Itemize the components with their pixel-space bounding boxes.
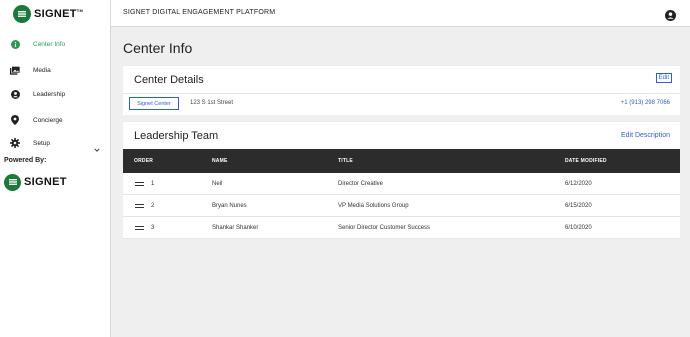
signet-logo[interactable]: SIGNETTM bbox=[13, 4, 83, 23]
media-icon bbox=[10, 65, 20, 75]
table-row[interactable]: 2 Bryan Nunes VP Media Solutions Group 6… bbox=[123, 195, 680, 217]
row-title: Senior Director Customer Success bbox=[338, 225, 431, 231]
center-details-title: Center Details bbox=[134, 74, 204, 86]
row-name: Shankar Shanker bbox=[212, 225, 259, 231]
row-order: 2 bbox=[151, 203, 155, 209]
page-title: Center Info bbox=[123, 40, 193, 56]
sidebar-item-media[interactable]: Media bbox=[0, 63, 111, 77]
row-name: Neil bbox=[212, 181, 223, 187]
info-icon bbox=[10, 39, 20, 49]
divider bbox=[123, 93, 680, 94]
sidebar-item-label: Concierge bbox=[33, 116, 63, 124]
column-header-name[interactable]: NAME bbox=[212, 158, 228, 164]
app-title: SIGNET DIGITAL ENGAGEMENT PLATFORM bbox=[123, 9, 276, 16]
person-icon bbox=[10, 89, 20, 99]
signet-footer-logo: SIGNET bbox=[4, 173, 67, 191]
drag-handle-icon[interactable] bbox=[135, 226, 144, 231]
sidebar-item-label: Leadership bbox=[33, 90, 66, 98]
column-header-order[interactable]: ORDER bbox=[134, 158, 153, 164]
edit-description-link[interactable]: Edit Description bbox=[621, 132, 670, 139]
row-date: 6/12/2020 bbox=[565, 181, 592, 187]
gear-icon bbox=[10, 138, 20, 148]
top-bar: SIGNET DIGITAL ENGAGEMENT PLATFORM bbox=[111, 0, 690, 27]
row-order: 3 bbox=[151, 225, 155, 231]
sidebar-item-leadership[interactable]: Leadership bbox=[0, 87, 111, 101]
sidebar-item-label: Center Info bbox=[33, 40, 66, 48]
row-title: VP Media Solutions Group bbox=[338, 203, 409, 209]
row-date: 6/15/2020 bbox=[565, 203, 592, 209]
row-name: Bryan Nunes bbox=[212, 203, 247, 209]
signet-logo-mark bbox=[4, 173, 21, 191]
powered-by-label: Powered By: bbox=[4, 157, 47, 164]
chevron-down-icon[interactable] bbox=[94, 140, 100, 152]
sidebar: SIGNETTM Center Info Media Leadership Co… bbox=[0, 0, 111, 337]
location-pin-icon bbox=[10, 115, 20, 125]
leadership-team-title: Leadership Team bbox=[134, 130, 219, 142]
logo-text: SIGNET bbox=[24, 176, 67, 188]
table-header: ORDER NAME TITLE DATE MODIFIED bbox=[123, 149, 680, 173]
center-address: 123 S 1st Street bbox=[190, 100, 234, 106]
drag-handle-icon[interactable] bbox=[135, 204, 144, 209]
sidebar-item-label: Media bbox=[33, 66, 51, 74]
sidebar-item-concierge[interactable]: Concierge bbox=[0, 113, 111, 127]
center-phone-link[interactable]: +1 (913) 298 7066 bbox=[621, 100, 670, 106]
row-title: Director Creative bbox=[338, 181, 384, 187]
column-header-title[interactable]: TITLE bbox=[338, 158, 353, 164]
row-order: 1 bbox=[151, 181, 155, 187]
leadership-team-card: Leadership Team Edit Description ORDER N… bbox=[123, 122, 680, 239]
signet-logo-mark bbox=[13, 4, 31, 23]
edit-button[interactable]: Edit bbox=[655, 73, 672, 83]
sidebar-item-setup[interactable]: Setup bbox=[0, 136, 111, 152]
table-row[interactable]: 3 Shankar Shanker Senior Director Custom… bbox=[123, 217, 680, 239]
column-header-date-modified[interactable]: DATE MODIFIED bbox=[565, 158, 607, 164]
drag-handle-icon[interactable] bbox=[135, 182, 144, 187]
logo-text: SIGNETTM bbox=[34, 7, 84, 20]
row-date: 6/10/2020 bbox=[565, 225, 592, 231]
account-icon[interactable] bbox=[665, 8, 676, 21]
table-row[interactable]: 1 Neil Director Creative 6/12/2020 bbox=[123, 173, 680, 195]
center-name-button[interactable]: Signet Center bbox=[129, 97, 179, 110]
sidebar-item-label: Setup bbox=[33, 139, 50, 147]
center-details-card: Center Details Edit Signet Center 123 S … bbox=[123, 66, 680, 115]
sidebar-item-center-info[interactable]: Center Info bbox=[0, 37, 111, 51]
